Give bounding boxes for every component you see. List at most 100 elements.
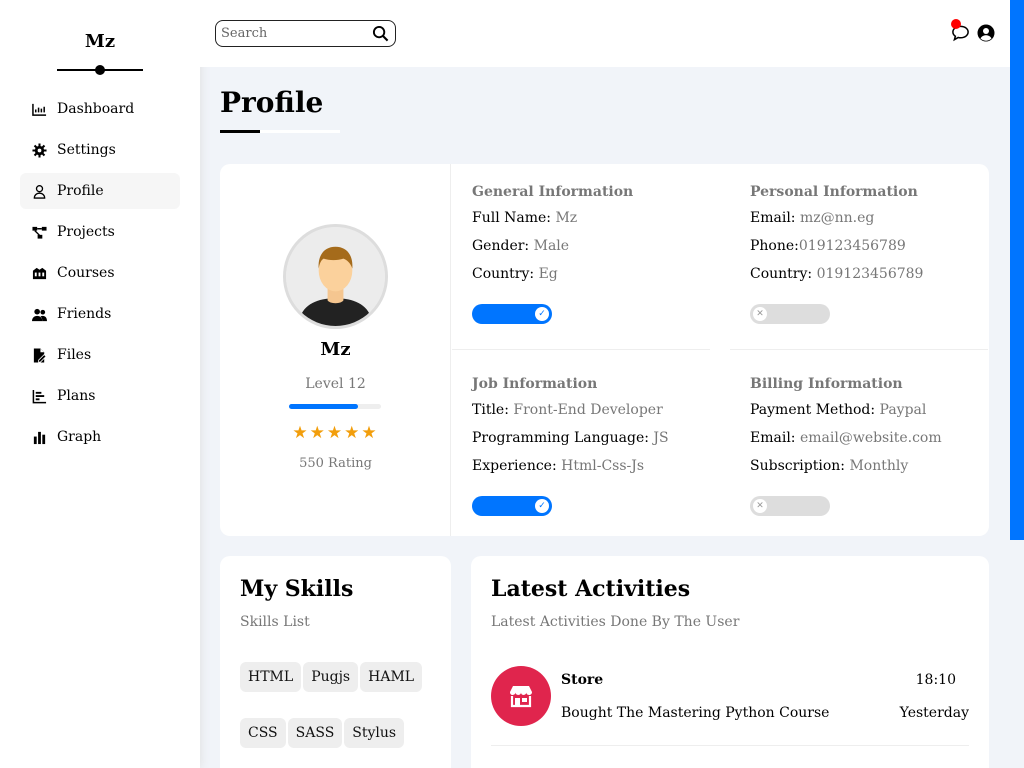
skills-title: My Skills [240, 576, 354, 602]
sidebar-item-files[interactable]: Files [20, 337, 180, 373]
sidebar-item-courses[interactable]: Courses [20, 255, 180, 291]
chart-line-icon [31, 101, 47, 117]
box-title: Billing Information [750, 376, 903, 392]
skill-tag: CSS [240, 718, 286, 748]
info-value: Html-Css-Js [561, 458, 645, 474]
skill-tag: Pugjs [303, 662, 359, 692]
activity-description: Bought The Mastering Python Course [561, 705, 830, 721]
users-icon [31, 306, 47, 322]
info-row: Country: 019123456789 [750, 266, 968, 284]
scrollbar[interactable] [1010, 0, 1024, 540]
info-value: email@website.com [799, 430, 942, 446]
info-key: Phone: [750, 238, 799, 254]
page-title: Profile [220, 86, 324, 119]
info-key: Email: [750, 210, 796, 226]
store-icon [491, 666, 551, 726]
info-value: Monthly [849, 458, 909, 474]
sidebar-item-label: Files [57, 347, 92, 363]
search-box [215, 20, 396, 47]
skill-list: HTML Pugjs HAML CSS SASS Stylus [240, 662, 431, 768]
chat-icon[interactable] [951, 19, 970, 42]
info-row: Subscription: Monthly [750, 458, 968, 476]
skills-subtitle: Skills List [240, 614, 310, 630]
info-row: Payment Method: Paypal [750, 402, 968, 420]
profile-name: Mz [320, 339, 351, 360]
title-underline [220, 130, 340, 133]
sidebar-item-graph[interactable]: Graph [20, 419, 180, 455]
sidebar-item-label: Projects [57, 224, 115, 240]
sidebar-item-settings[interactable]: Settings [20, 132, 180, 168]
info-value: JS [653, 430, 669, 446]
brand-divider [57, 65, 143, 75]
sidebar-item-plans[interactable]: Plans [20, 378, 180, 414]
info-key: Experience: [472, 458, 557, 474]
skill-tag: Stylus [344, 718, 405, 748]
profile-rating: 550 Rating [299, 456, 372, 471]
info-row: Phone:019123456789 [750, 238, 968, 256]
info-key: Full Name: [472, 210, 552, 226]
info-value: Male [533, 238, 570, 254]
general-information-box: General Information Full Name: Mz Gender… [452, 164, 710, 350]
info-key: Country: [750, 266, 813, 282]
profile-card: Mz Level 12 ★★★★★ 550 Rating General Inf… [220, 164, 989, 536]
info-key: Subscription: [750, 458, 845, 474]
job-toggle[interactable]: ✓ [472, 496, 552, 516]
box-title: Personal Information [750, 184, 918, 200]
info-key: Payment Method: [750, 402, 876, 418]
sidebar-item-friends[interactable]: Friends [20, 296, 180, 332]
rating-stars: ★★★★★ [292, 423, 379, 443]
personal-toggle[interactable]: ✕ [750, 304, 830, 324]
sidebar-item-profile[interactable]: Profile [20, 173, 180, 209]
top-header [200, 0, 1010, 67]
info-key: Gender: [472, 238, 530, 254]
job-information-box: Job Information Title: Front-End Develop… [452, 356, 710, 536]
gear-icon [31, 142, 47, 158]
info-row: Title: Front-End Developer [472, 402, 690, 420]
info-value: 019123456789 [798, 238, 906, 254]
sidebar-item-label: Dashboard [57, 101, 135, 117]
info-key: Email: [750, 430, 796, 446]
skill-tag: HAML [360, 662, 423, 692]
general-toggle[interactable]: ✓ [472, 304, 552, 324]
file-icon [31, 347, 47, 363]
sidebar-item-label: Graph [57, 429, 102, 445]
profile-summary: Mz Level 12 ★★★★★ 550 Rating [220, 164, 451, 536]
billing-information-box: Billing Information Payment Method: Payp… [730, 356, 988, 536]
skills-card: My Skills Skills List HTML Pugjs HAML CSS SA… [220, 556, 451, 768]
billing-toggle[interactable]: ✕ [750, 496, 830, 516]
info-row: Email: email@website.com [750, 430, 968, 448]
profile-level: Level 12 [305, 376, 366, 392]
info-row: Full Name: Mz [472, 210, 690, 228]
skill-tag: SASS [287, 718, 343, 748]
info-row: Gender: Male [472, 238, 690, 256]
sidebar-nav: Dashboard Settings Profile Projects Cour… [0, 91, 200, 455]
activity-time: 18:10 [915, 672, 956, 688]
activity-name: Store [561, 672, 604, 688]
chart-column-icon [31, 429, 47, 445]
check-icon: ✓ [535, 499, 549, 513]
info-key: Programming Language: [472, 430, 649, 446]
user-icon [31, 183, 47, 199]
x-icon: ✕ [753, 307, 767, 321]
level-progress-fill [289, 404, 358, 409]
sidebar-item-dashboard[interactable]: Dashboard [20, 91, 180, 127]
info-row: Experience: Html-Css-Js [472, 458, 690, 476]
activity-item: Store Bought The Mastering Python Course… [491, 666, 969, 746]
sidebar-item-label: Plans [57, 388, 96, 404]
info-value: Paypal [879, 402, 927, 418]
info-value: mz@nn.eg [799, 210, 875, 226]
info-value: Mz [555, 210, 578, 226]
user-circle-icon[interactable] [977, 24, 995, 42]
avatar [283, 224, 388, 329]
info-value: 019123456789 [816, 266, 924, 282]
search-input[interactable] [216, 26, 366, 41]
sidebar-item-projects[interactable]: Projects [20, 214, 180, 250]
graduation-cap-icon [31, 265, 47, 281]
brand-title: Mz [84, 31, 116, 52]
search-icon[interactable] [372, 25, 389, 42]
check-icon: ✓ [535, 307, 549, 321]
sidebar-item-label: Friends [57, 306, 112, 322]
sidebar: Mz Dashboard Settings Profile Projects C… [0, 0, 200, 768]
info-key: Country: [472, 266, 535, 282]
skill-tag: HTML [240, 662, 302, 692]
